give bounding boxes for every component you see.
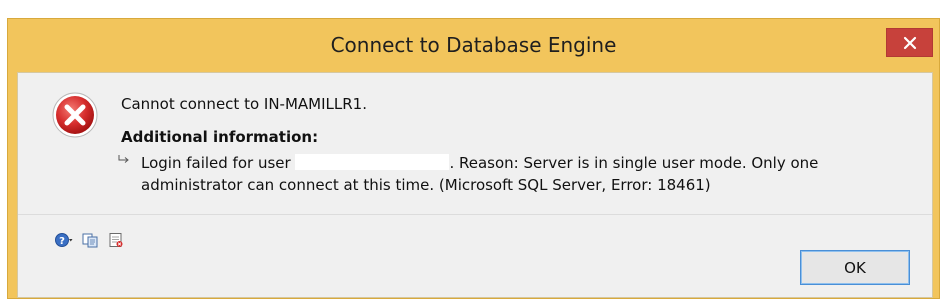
error-icon xyxy=(52,92,98,138)
copy-icon xyxy=(82,233,98,248)
close-icon xyxy=(903,36,916,49)
arrow-bullet-icon xyxy=(118,155,129,163)
toolbar-icons: ? xyxy=(55,232,125,248)
details-button[interactable] xyxy=(107,232,125,248)
error-detail-prefix: Login failed for user xyxy=(141,154,291,172)
dialog-body: Cannot connect to IN-MAMILLR1. Additiona… xyxy=(17,72,933,298)
dialog-title: Connect to Database Engine xyxy=(330,33,617,57)
ok-button[interactable]: OK xyxy=(800,250,910,285)
details-icon xyxy=(109,233,123,247)
help-icon: ? xyxy=(55,233,73,247)
copy-button[interactable] xyxy=(81,232,99,248)
close-button[interactable] xyxy=(886,28,933,57)
error-detail: Login failed for user . Reason: Server i… xyxy=(141,152,841,196)
separator xyxy=(18,214,932,215)
dialog-window: Connect to Database Engine Cannot connec… xyxy=(7,18,940,299)
error-message: Cannot connect to IN-MAMILLR1. xyxy=(121,95,367,113)
additional-info-heading: Additional information: xyxy=(121,128,319,146)
redacted-username xyxy=(295,154,450,170)
title-bar[interactable]: Connect to Database Engine xyxy=(8,19,939,72)
svg-text:?: ? xyxy=(59,236,65,247)
help-button[interactable]: ? xyxy=(55,232,73,248)
